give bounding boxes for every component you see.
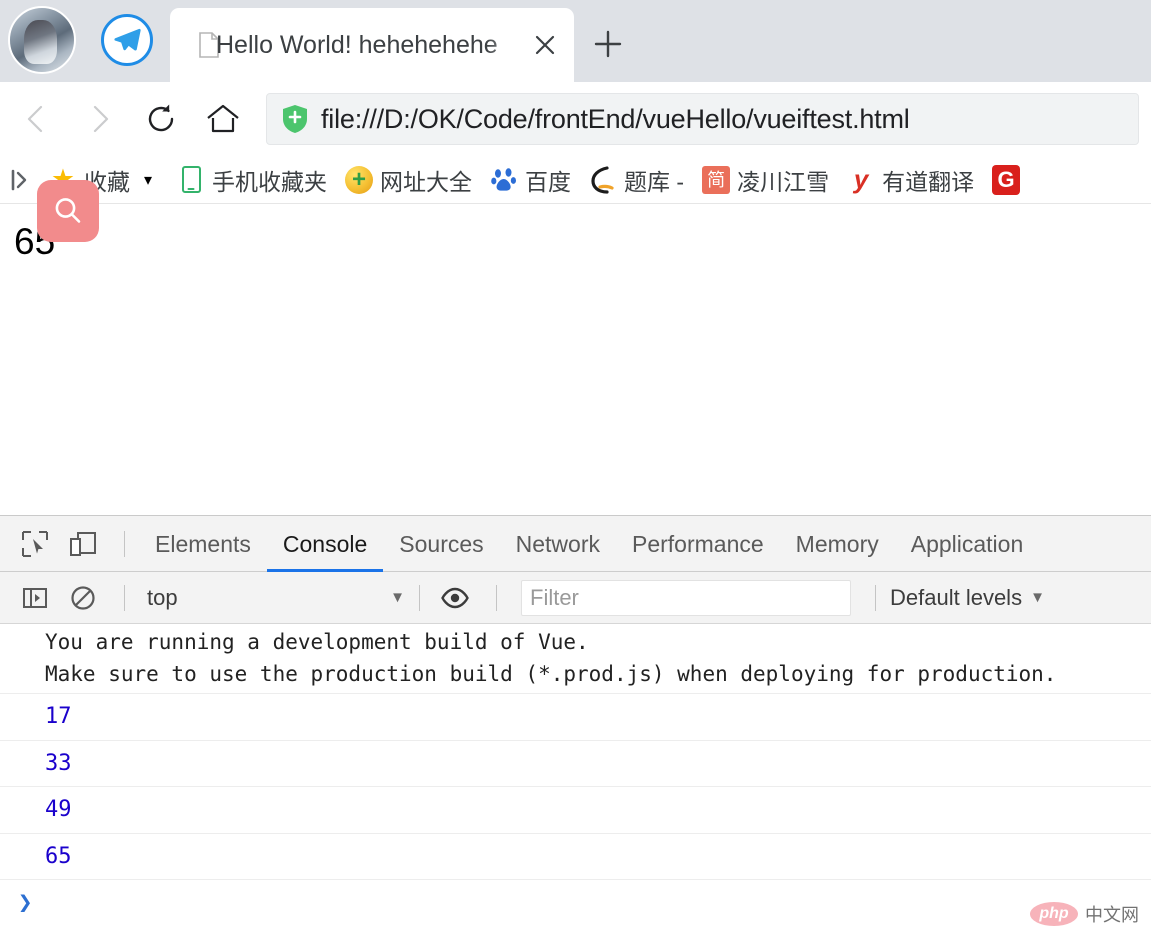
log-levels-label: Default levels [890, 584, 1023, 610]
tab-console[interactable]: Console [267, 516, 383, 572]
devtools-panel: Elements Console Sources Network Perform… [0, 515, 1151, 941]
baidu-icon [490, 166, 518, 194]
execution-context-dropdown[interactable]: top ▼ [147, 585, 405, 611]
console-prompt[interactable]: ❯ [0, 880, 1151, 916]
back-button[interactable] [6, 88, 68, 150]
watermark-text: 中文网 [1085, 905, 1139, 925]
navigation-toolbar: file:///D:/OK/Code/frontEnd/vueHello/vue… [0, 82, 1151, 156]
console-message: 65 [0, 834, 1151, 881]
bookmark-label: 有道翻译 [882, 168, 975, 195]
jianshu-icon: 简 [702, 165, 731, 194]
close-icon[interactable] [528, 28, 562, 62]
live-expression-eye-icon[interactable] [434, 577, 476, 619]
bookmark-label: 网址大全 [380, 168, 472, 195]
bookmark-item-mobile-favorites[interactable]: 手机收藏夹 [168, 160, 336, 200]
bookmark-item-tiku[interactable]: 题库 - [580, 160, 693, 200]
new-tab-button[interactable] [586, 22, 630, 66]
telegram-icon[interactable] [101, 14, 153, 66]
page-output-text: 65 [14, 221, 56, 262]
filter-input[interactable]: Filter [521, 579, 851, 616]
bookmarks-bar: ★ 收藏 ▾ 手机收藏夹 网址大全 百度 [0, 156, 1151, 204]
bookmark-item-lingchuanjiangxue[interactable]: 简 凌川江雪 [693, 160, 838, 200]
forward-button[interactable] [68, 88, 130, 150]
bookmark-label: 手机收藏夹 [212, 168, 327, 195]
inspect-element-icon[interactable] [14, 523, 56, 565]
bookmark-item-youdao-translate[interactable]: y 有道翻译 [838, 160, 983, 200]
log-levels-dropdown[interactable]: Default levels ▼ [890, 585, 1045, 611]
bookmark-item-hao123[interactable]: 网址大全 [336, 160, 481, 200]
php-logo: php [1030, 902, 1078, 926]
tab-memory[interactable]: Memory [780, 516, 895, 572]
divider [419, 584, 420, 611]
divider [496, 584, 497, 611]
browser-tab[interactable]: Hello World! hehehehehe [170, 8, 574, 82]
divider [875, 584, 876, 611]
chevron-down-icon[interactable]: ▾ [137, 170, 159, 190]
divider [124, 530, 125, 557]
search-icon[interactable] [37, 180, 99, 242]
page-viewport: 65 [0, 204, 1151, 512]
tiku-icon [589, 165, 617, 194]
avatar[interactable] [8, 6, 76, 74]
address-bar[interactable]: file:///D:/OK/Code/frontEnd/vueHello/vue… [266, 93, 1139, 145]
console-filter-toolbar: top ▼ Filter Default levels ▼ [0, 572, 1151, 624]
console-message: 33 [0, 741, 1151, 788]
divider [124, 584, 125, 611]
bookmark-label: 凌川江雪 [737, 168, 830, 195]
console-output[interactable]: You are running a development build of V… [0, 624, 1151, 941]
execution-context-label: top [147, 584, 178, 610]
tab-sources[interactable]: Sources [383, 516, 499, 572]
clear-console-icon[interactable] [62, 577, 104, 619]
chevron-down-icon: ▼ [390, 589, 405, 606]
bookmarks-panel-toggle-icon[interactable] [6, 165, 36, 195]
chevron-down-icon: ▼ [1030, 589, 1045, 606]
bookmark-label: 题库 - [624, 168, 685, 195]
console-message: 49 [0, 787, 1151, 834]
address-bar-url: file:///D:/OK/Code/frontEnd/vueHello/vue… [321, 103, 910, 134]
watermark: php 中文网 [1030, 901, 1139, 927]
tab-performance[interactable]: Performance [616, 516, 780, 572]
tab-elements[interactable]: Elements [139, 516, 267, 572]
tab-title: Hello World! hehehehehe [216, 30, 498, 59]
bookmark-item-g[interactable]: G [983, 160, 1029, 200]
green-shield-icon [281, 104, 309, 134]
console-message: 17 [0, 694, 1151, 741]
tab-network[interactable]: Network [500, 516, 616, 572]
tab-strip: Hello World! hehehehehe [0, 0, 1151, 82]
console-sidebar-icon[interactable] [14, 577, 56, 619]
youdao-icon: y [853, 163, 869, 194]
home-icon[interactable] [192, 88, 254, 150]
g-icon: G [992, 164, 1021, 195]
browser-window: Hello World! hehehehehe file:///D:/OK/Co… [0, 0, 1151, 941]
devtools-tabbar: Elements Console Sources Network Perform… [0, 516, 1151, 572]
reload-icon[interactable] [130, 88, 192, 150]
console-message: You are running a development build of V… [45, 630, 589, 654]
phone-icon [177, 166, 205, 194]
bookmark-label: 百度 [525, 168, 571, 195]
bookmark-item-baidu[interactable]: 百度 [481, 160, 580, 200]
hao123-icon [345, 165, 373, 194]
device-toolbar-icon[interactable] [62, 523, 104, 565]
tab-application[interactable]: Application [895, 516, 1040, 572]
console-message: Make sure to use the production build (*… [0, 656, 1151, 695]
